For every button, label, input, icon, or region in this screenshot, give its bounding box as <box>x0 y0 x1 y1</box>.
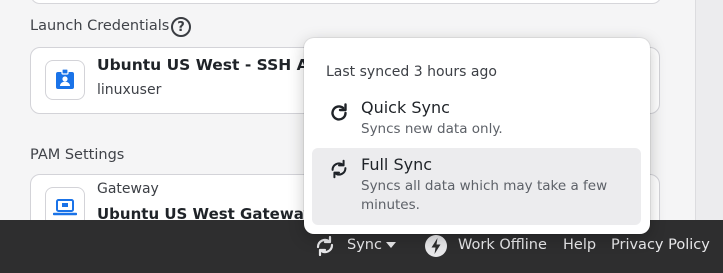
privacy-policy-link[interactable]: Privacy Policy <box>611 237 710 253</box>
chevron-down-icon[interactable] <box>385 239 397 255</box>
full-sync-title: Full Sync <box>361 155 433 174</box>
scrollbar-track[interactable] <box>695 0 723 220</box>
help-link[interactable]: Help <box>563 237 596 253</box>
launch-credentials-title: Launch Credentials <box>30 18 170 34</box>
credential-icon <box>45 60 85 100</box>
quick-sync-option[interactable]: Quick Sync Syncs new data only. <box>312 94 641 144</box>
pam-settings-title: PAM Settings <box>30 147 125 163</box>
full-sync-option[interactable]: Full Sync Syncs all data which may take … <box>312 148 641 225</box>
full-sync-description: Syncs all data which may take a few <box>361 178 608 194</box>
last-synced-text: Last synced 3 hours ago <box>326 64 497 80</box>
lightning-icon[interactable] <box>424 234 448 262</box>
quick-sync-description: Syncs new data only. <box>361 121 503 137</box>
full-sync-description-cont: minutes. <box>361 197 420 213</box>
previous-card <box>30 0 662 4</box>
sync-button[interactable]: Sync <box>347 237 382 253</box>
gateway-label: Gateway <box>97 181 159 197</box>
sync-icon[interactable] <box>314 234 336 262</box>
refresh-icon <box>331 103 347 121</box>
work-offline-button[interactable]: Work Offline <box>458 237 547 253</box>
credential-username: linuxuser <box>97 82 162 98</box>
sync-dropdown-menu: Last synced 3 hours ago Quick Sync Syncs… <box>304 38 650 234</box>
quick-sync-title: Quick Sync <box>361 98 450 117</box>
sync-icon <box>331 159 347 179</box>
help-icon[interactable]: ? <box>171 17 191 37</box>
